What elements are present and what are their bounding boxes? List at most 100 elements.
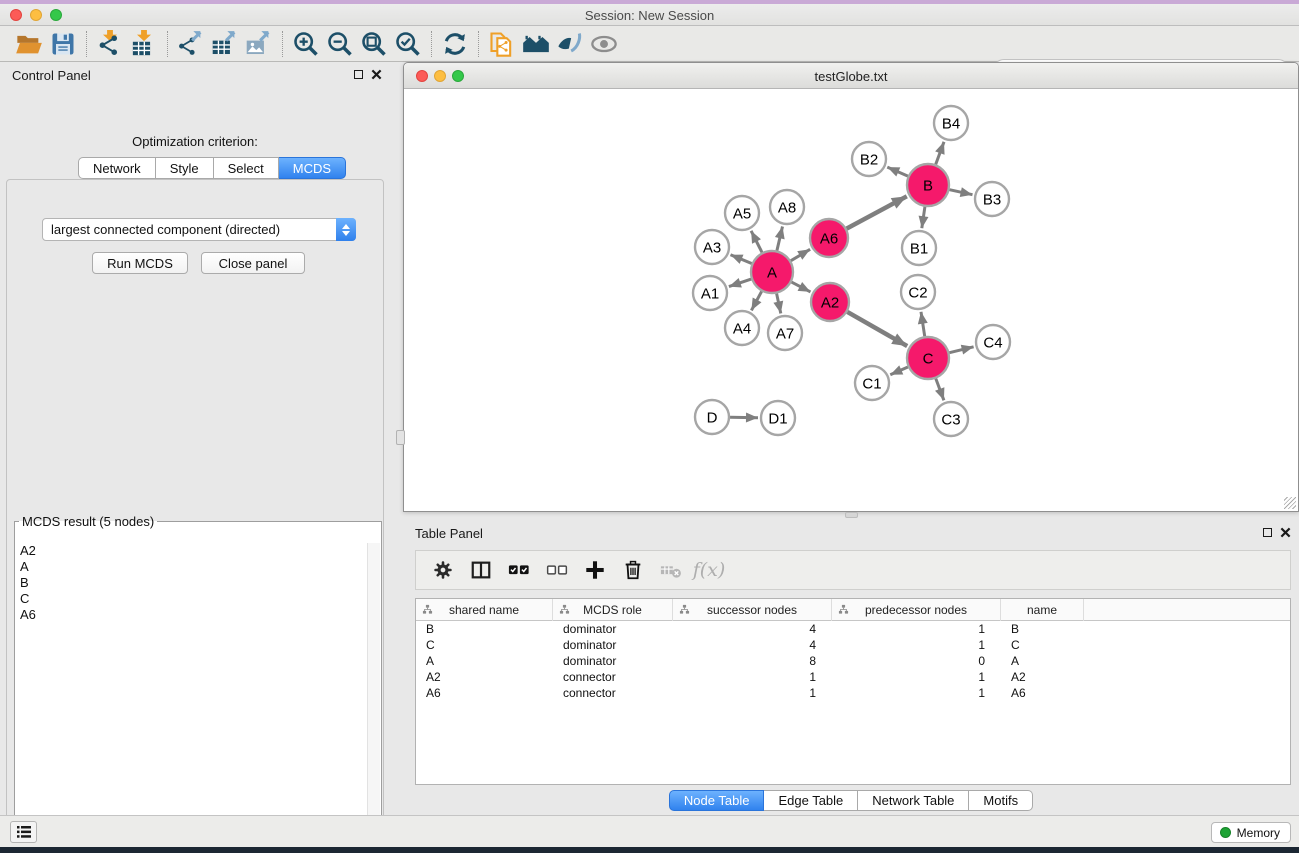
import-network-icon[interactable] xyxy=(93,29,127,59)
task-history-button[interactable] xyxy=(10,821,37,843)
network-window-titlebar[interactable]: testGlobe.txt xyxy=(404,63,1298,89)
table-row[interactable]: A6connector11A6 xyxy=(416,685,1290,701)
edge-A-A7[interactable] xyxy=(777,294,781,314)
table-cell[interactable]: 4 xyxy=(673,621,832,637)
edge-B-B3[interactable] xyxy=(950,190,973,195)
table-cell[interactable]: 1 xyxy=(832,669,1001,685)
graph-node-C1[interactable]: C1 xyxy=(855,366,889,400)
tab-select[interactable]: Select xyxy=(214,157,279,179)
refresh-icon[interactable] xyxy=(438,29,472,59)
table-tab-node-table[interactable]: Node Table xyxy=(669,790,765,811)
graph-node-C[interactable]: C xyxy=(907,337,949,379)
table-cell[interactable]: B xyxy=(1001,621,1084,637)
edge-A-A5[interactable] xyxy=(751,231,762,253)
select-all-icon[interactable] xyxy=(502,555,536,585)
gear-icon[interactable] xyxy=(426,555,460,585)
close-panel-icon[interactable] xyxy=(371,69,382,80)
horizontal-splitter-handle[interactable] xyxy=(845,512,858,518)
graph-node-D[interactable]: D xyxy=(695,400,729,434)
table-cell[interactable]: C xyxy=(416,637,553,653)
edge-A-A6[interactable] xyxy=(791,249,810,260)
table-row[interactable]: Adominator80A xyxy=(416,653,1290,669)
optimization-criterion-dropdown[interactable]: largest connected component (directed) xyxy=(42,218,356,241)
graph-node-B3[interactable]: B3 xyxy=(975,182,1009,216)
graph-node-C3[interactable]: C3 xyxy=(934,402,968,436)
edge-A6-B[interactable] xyxy=(847,196,907,228)
table-cell[interactable]: C xyxy=(1001,637,1084,653)
mcds-result-list[interactable]: A2ABCA6 xyxy=(16,543,368,853)
table-row[interactable]: Bdominator41B xyxy=(416,621,1290,637)
graph-node-D1[interactable]: D1 xyxy=(761,401,795,435)
edge-C-C3[interactable] xyxy=(936,379,944,401)
edge-C-C4[interactable] xyxy=(949,347,973,353)
graph-node-B4[interactable]: B4 xyxy=(934,106,968,140)
edge-A-A2[interactable] xyxy=(792,282,811,292)
zoom-fit-icon[interactable] xyxy=(357,29,391,59)
graph-node-B[interactable]: B xyxy=(907,164,949,206)
graph-node-A2[interactable]: A2 xyxy=(811,283,849,321)
graph-node-A1[interactable]: A1 xyxy=(693,276,727,310)
tab-mcds[interactable]: MCDS xyxy=(279,157,346,179)
edge-B-B2[interactable] xyxy=(887,167,908,176)
add-column-icon[interactable] xyxy=(578,555,612,585)
table-cell[interactable]: 1 xyxy=(832,685,1001,701)
table-cell[interactable]: A6 xyxy=(1001,685,1084,701)
close-table-panel-icon[interactable] xyxy=(1280,527,1291,538)
graph-node-B1[interactable]: B1 xyxy=(902,231,936,265)
dropdown-stepper-icon[interactable] xyxy=(336,218,356,241)
run-mcds-button[interactable]: Run MCDS xyxy=(92,252,188,274)
column-header-predecessor-nodes[interactable]: predecessor nodes xyxy=(832,599,1001,621)
show-eye-icon[interactable] xyxy=(587,29,621,59)
table-cell[interactable]: 4 xyxy=(673,637,832,653)
edge-B-B1[interactable] xyxy=(922,207,925,228)
graph-node-B2[interactable]: B2 xyxy=(852,142,886,176)
edge-A-A3[interactable] xyxy=(731,255,752,264)
table-tab-edge-table[interactable]: Edge Table xyxy=(764,790,858,811)
memory-button[interactable]: Memory xyxy=(1211,822,1291,843)
import-table-icon[interactable] xyxy=(127,29,161,59)
table-cell[interactable]: 1 xyxy=(673,669,832,685)
float-panel-icon[interactable] xyxy=(354,70,363,79)
delete-column-icon[interactable] xyxy=(616,555,650,585)
zoom-selected-icon[interactable] xyxy=(391,29,425,59)
tab-style[interactable]: Style xyxy=(156,157,214,179)
column-header-MCDS-role[interactable]: MCDS role xyxy=(553,599,673,621)
graph-node-A4[interactable]: A4 xyxy=(725,311,759,345)
table-cell[interactable]: 1 xyxy=(832,621,1001,637)
table-cell[interactable]: A xyxy=(1001,653,1084,669)
network-graph-canvas[interactable]: ABCA6A2A1A3A4A5A7A8B1B2B3B4C1C2C3C4DD1 xyxy=(404,89,1298,511)
table-cell[interactable]: A2 xyxy=(1001,669,1084,685)
edge-A2-C[interactable] xyxy=(847,312,907,346)
split-view-icon[interactable] xyxy=(464,555,498,585)
zoom-out-icon[interactable] xyxy=(323,29,357,59)
table-cell[interactable]: 1 xyxy=(673,685,832,701)
table-cell[interactable]: 8 xyxy=(673,653,832,669)
edge-A-A8[interactable] xyxy=(777,227,783,251)
table-cell[interactable]: A6 xyxy=(416,685,553,701)
table-cell[interactable]: 0 xyxy=(832,653,1001,669)
table-cell[interactable]: dominator xyxy=(553,621,673,637)
table-row[interactable]: A2connector11A2 xyxy=(416,669,1290,685)
graph-node-A6[interactable]: A6 xyxy=(810,219,848,257)
table-cell[interactable]: connector xyxy=(553,669,673,685)
table-tab-network-table[interactable]: Network Table xyxy=(858,790,969,811)
edge-B-B4[interactable] xyxy=(936,142,944,165)
home-icon[interactable] xyxy=(519,29,553,59)
edge-C-C1[interactable] xyxy=(890,367,908,375)
panel-splitter-handle[interactable] xyxy=(396,430,405,445)
deselect-all-icon[interactable] xyxy=(540,555,574,585)
table-cell[interactable]: 1 xyxy=(832,637,1001,653)
result-item[interactable]: A2 xyxy=(16,543,368,559)
graph-node-A8[interactable]: A8 xyxy=(770,190,804,224)
column-header-name[interactable]: name xyxy=(1001,599,1084,621)
zoom-in-icon[interactable] xyxy=(289,29,323,59)
column-header-shared-name[interactable]: shared name xyxy=(416,599,553,621)
edge-C-C2[interactable] xyxy=(921,312,925,336)
table-cell[interactable]: dominator xyxy=(553,637,673,653)
close-panel-button[interactable]: Close panel xyxy=(201,252,305,274)
result-item[interactable]: C xyxy=(16,591,368,607)
table-tab-motifs[interactable]: Motifs xyxy=(969,790,1033,811)
edge-A-A4[interactable] xyxy=(751,291,761,310)
result-item[interactable]: B xyxy=(16,575,368,591)
network-from-selection-icon[interactable] xyxy=(485,29,519,59)
